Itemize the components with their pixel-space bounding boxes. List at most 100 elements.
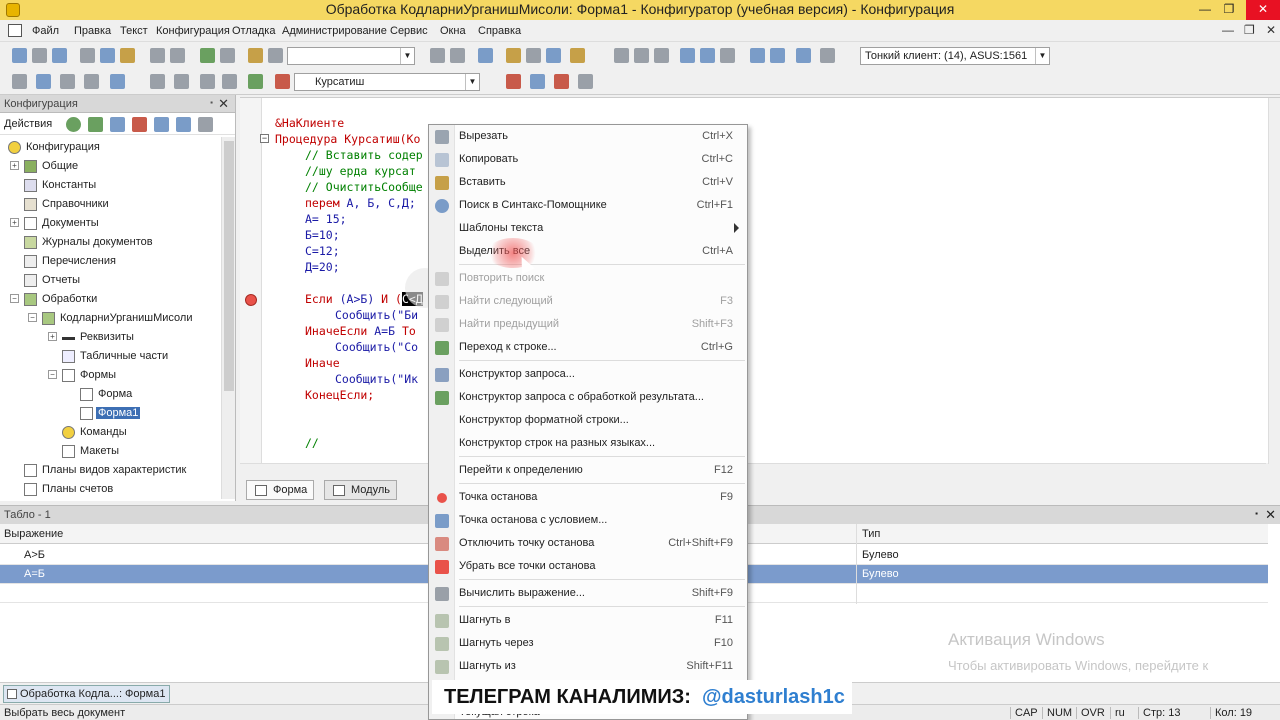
menu-item-step-into[interactable]: Шагнуть в F11	[429, 610, 747, 632]
menu-item-remove-all-breakpoints[interactable]: Убрать все точки останова	[429, 556, 747, 578]
tab-module[interactable]: Модуль	[324, 480, 397, 500]
menu-item-disable-breakpoint[interactable]: Отключить точку останова Ctrl+Shift+F9	[429, 533, 747, 555]
menu-item-query-builder-result[interactable]: Конструктор запроса с обработкой результ…	[429, 387, 747, 409]
bookmark-icon[interactable]	[578, 74, 593, 89]
close-icon[interactable]: ✕	[218, 96, 229, 112]
client-combo[interactable]: Тонкий клиент: (14), ASUS:1561 ▼	[860, 47, 1050, 65]
menu-item-go-to-line[interactable]: Переход к строке... Ctrl+G	[429, 337, 747, 359]
undo-icon[interactable]	[200, 48, 215, 63]
mdi-minimize-button[interactable]: —	[1222, 23, 1234, 37]
paste-icon[interactable]	[120, 48, 135, 63]
procedure-combo[interactable]: Курсатиш ▼	[294, 73, 480, 91]
scrollbar-thumb[interactable]	[224, 141, 234, 391]
chevron-down-icon[interactable]: ▼	[1035, 48, 1049, 64]
tree-item-templates[interactable]: Макеты	[62, 443, 212, 461]
menu-debug[interactable]: Отладка	[232, 25, 275, 37]
column-expression[interactable]: Выражение	[4, 528, 63, 540]
menu-item-step-over[interactable]: Шагнуть через F10	[429, 633, 747, 655]
tree-item-characteristic-types[interactable]: Планы видов характеристик	[24, 462, 214, 480]
maximize-button[interactable]: ❐	[1214, 0, 1244, 20]
tree-item-commands[interactable]: Команды	[62, 424, 212, 442]
breakpoint-clear-icon[interactable]	[554, 74, 569, 89]
menu-service[interactable]: Сервис	[390, 25, 428, 37]
tree-item-processor[interactable]: − КодларниУрганишМисоли	[28, 310, 212, 328]
tree-item-reports[interactable]: Отчеты	[24, 272, 204, 290]
system-menu-icon[interactable]	[8, 24, 22, 37]
debug-start-icon[interactable]	[680, 48, 695, 63]
tree-item-attributes[interactable]: + Реквизиты	[48, 329, 212, 347]
expand-icon[interactable]: +	[10, 218, 19, 227]
copy-icon[interactable]	[100, 48, 115, 63]
tree-item-configuration[interactable]: Конфигурация	[8, 139, 208, 157]
menu-text[interactable]: Текст	[120, 25, 148, 37]
expand-icon[interactable]: +	[48, 332, 57, 341]
editor-horizontal-scrollbar[interactable]	[240, 463, 1266, 477]
chevron-down-icon[interactable]: ▼	[400, 48, 414, 64]
menu-configuration[interactable]: Конфигурация	[156, 25, 230, 37]
tab-form[interactable]: Форма	[246, 480, 315, 500]
uncomment-icon[interactable]	[222, 74, 237, 89]
menu-administration[interactable]: Администрирование	[282, 25, 387, 37]
info-icon[interactable]	[570, 48, 585, 63]
cut-icon[interactable]	[80, 48, 95, 63]
tree-item-form1[interactable]: Форма1	[80, 405, 210, 423]
debug-pause-icon[interactable]	[720, 48, 735, 63]
status-language[interactable]: ru	[1110, 707, 1125, 719]
find-next-icon[interactable]	[430, 48, 445, 63]
menu-item-text-templates[interactable]: Шаблоны текста	[429, 218, 747, 240]
menu-item-find-previous[interactable]: Найти предыдущий Shift+F3	[429, 314, 747, 336]
query-icon[interactable]	[526, 48, 541, 63]
tree-scrollbar[interactable]	[221, 137, 235, 499]
tree-item-data-processors[interactable]: − Обработки	[10, 291, 204, 309]
menu-file[interactable]: Файл	[32, 25, 59, 37]
menu-item-paste[interactable]: Вставить Ctrl+V	[429, 172, 747, 194]
grid-icon[interactable]	[84, 74, 99, 89]
new-icon[interactable]	[12, 48, 27, 63]
tree-item-charts-of-accounts[interactable]: Планы счетов	[24, 481, 214, 499]
menu-windows[interactable]: Окна	[440, 25, 466, 37]
breakpoint-list-icon[interactable]	[530, 74, 545, 89]
window2-icon[interactable]	[770, 48, 785, 63]
mdi-restore-button[interactable]: ❐	[1244, 23, 1255, 37]
breakpoint-icon[interactable]	[245, 294, 257, 306]
search-icon[interactable]	[268, 48, 283, 63]
tree-item-tabular-sections[interactable]: Табличные части	[62, 348, 212, 366]
module-icon[interactable]	[12, 74, 27, 89]
layout-icon[interactable]	[796, 48, 811, 63]
edit-icon[interactable]	[88, 117, 103, 132]
tree-item-document-journals[interactable]: Журналы документов	[24, 234, 204, 252]
preview-icon[interactable]	[170, 48, 185, 63]
menu-item-conditional-breakpoint[interactable]: Точка останова с условием...	[429, 510, 747, 532]
editor-vertical-scrollbar[interactable]	[1268, 98, 1280, 464]
menu-item-select-all[interactable]: Выделить всеCtrl+A	[429, 241, 747, 263]
redo-icon[interactable]	[220, 48, 235, 63]
replace-icon[interactable]	[478, 48, 493, 63]
code-editor[interactable]: − &НаКлиенте Процедура Курсатиш(Ко // Вс…	[240, 97, 1280, 464]
tree-item-common[interactable]: + Общие	[10, 158, 204, 176]
menu-item-copy[interactable]: Копировать Ctrl+C	[429, 149, 747, 171]
list-icon[interactable]	[60, 74, 75, 89]
column-type[interactable]: Тип	[862, 528, 880, 540]
window-icon[interactable]	[750, 48, 765, 63]
menu-item-cut[interactable]: Вырезать Ctrl+X	[429, 126, 747, 148]
collapse-icon[interactable]: −	[10, 294, 19, 303]
menu-item-step-out[interactable]: Шагнуть из Shift+F11	[429, 656, 747, 678]
comment-icon[interactable]	[200, 74, 215, 89]
syntax-check-icon[interactable]	[248, 74, 263, 89]
properties-icon[interactable]	[198, 117, 213, 132]
move-down-icon[interactable]	[176, 117, 191, 132]
pin-icon[interactable]: ▪	[210, 98, 213, 107]
find-prev-icon[interactable]	[450, 48, 465, 63]
outline-icon[interactable]	[110, 74, 125, 89]
menu-item-go-to-definition[interactable]: Перейти к определению F12	[429, 460, 747, 482]
breakpoint-toggle-icon[interactable]	[506, 74, 521, 89]
chevron-down-icon[interactable]: ▼	[465, 74, 479, 90]
tree-item-enums[interactable]: Перечисления	[24, 253, 204, 271]
form-icon[interactable]	[36, 74, 51, 89]
menu-item-format-string-builder[interactable]: Конструктор форматной строки...	[429, 410, 747, 432]
outdent-icon[interactable]	[174, 74, 189, 89]
tree-item-constants[interactable]: Константы	[24, 177, 204, 195]
collapse-icon[interactable]: −	[48, 370, 57, 379]
save-icon[interactable]	[52, 48, 67, 63]
menu-help[interactable]: Справка	[478, 25, 521, 37]
